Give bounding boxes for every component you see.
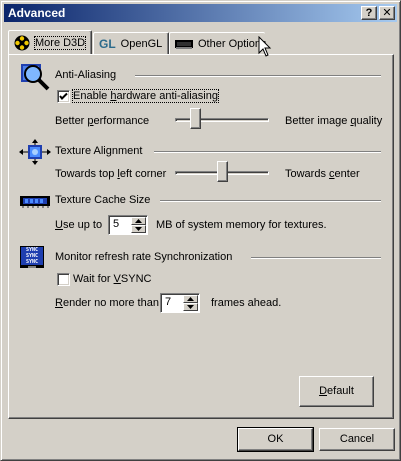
aa-left-label: Better performance bbox=[55, 115, 150, 127]
antialiasing-divider bbox=[135, 75, 381, 77]
texture-alignment-section: Texture Alignment Towards top left corne… bbox=[9, 139, 393, 189]
video-card-icon bbox=[175, 39, 193, 49]
d3d-badge-icon bbox=[14, 35, 30, 51]
tab-opengl[interactable]: GL OpenGL bbox=[93, 32, 169, 54]
default-button[interactable]: Default bbox=[299, 376, 374, 407]
texture-alignment-divider bbox=[154, 151, 381, 153]
ta-right-label: Towards center bbox=[285, 168, 360, 180]
ok-button[interactable]: OK bbox=[237, 427, 314, 452]
wait-for-vsync-checkbox[interactable] bbox=[57, 273, 70, 286]
enable-antialiasing-checkbox[interactable] bbox=[57, 90, 70, 103]
antialiasing-section: Anti-Aliasing Enable hardware anti-alias… bbox=[9, 55, 393, 139]
texture-cache-down-button[interactable] bbox=[131, 225, 146, 233]
render-ahead-value[interactable]: 7 bbox=[165, 296, 171, 308]
monitor-sync-icon: SYNC SYNC SYNC bbox=[20, 246, 44, 268]
close-icon: ✕ bbox=[382, 7, 392, 19]
tab-opengl-label: OpenGL bbox=[120, 37, 163, 50]
tab-panel-more-d3d: Anti-Aliasing Enable hardware anti-alias… bbox=[8, 54, 394, 419]
texture-cache-suffix: MB of system memory for textures. bbox=[156, 219, 327, 231]
texture-cache-prefix: Use up to bbox=[55, 219, 103, 231]
tab-other-options[interactable]: Other Options bbox=[169, 32, 267, 54]
texture-alignment-title: Texture Alignment bbox=[55, 145, 143, 157]
texture-cache-up-button[interactable] bbox=[131, 217, 146, 225]
vsync-divider bbox=[251, 257, 381, 259]
tab-other-options-label: Other Options bbox=[198, 37, 267, 50]
vsync-title: Monitor refresh rate Synchronization bbox=[55, 251, 233, 263]
arrow-up-icon bbox=[187, 297, 194, 301]
cancel-button[interactable]: Cancel bbox=[319, 428, 395, 451]
tab-more-d3d-label: More D3D bbox=[33, 35, 87, 50]
texture-cache-title: Texture Cache Size bbox=[55, 194, 151, 206]
title-bar[interactable]: Advanced ? ✕ bbox=[4, 4, 397, 22]
texture-cache-section: Texture Cache Size Use up to 5 MB of sys… bbox=[9, 189, 393, 241]
arrow-down-icon bbox=[187, 305, 194, 309]
texture-cache-value[interactable]: 5 bbox=[113, 218, 119, 230]
checkmark-icon bbox=[59, 92, 68, 100]
default-button-label: Default bbox=[319, 385, 354, 397]
render-ahead-down-button[interactable] bbox=[183, 303, 198, 311]
close-button[interactable]: ✕ bbox=[379, 6, 395, 20]
render-ahead-spinner[interactable]: 7 bbox=[160, 293, 200, 313]
arrow-up-icon bbox=[135, 219, 142, 223]
texture-cache-divider bbox=[160, 200, 381, 202]
mouse-cursor-icon bbox=[258, 36, 272, 57]
magnifier-icon bbox=[20, 63, 50, 94]
ok-button-label: OK bbox=[267, 433, 284, 445]
texture-alignment-slider-thumb[interactable] bbox=[216, 161, 228, 182]
enable-antialiasing-label[interactable]: Enable hardware anti-aliasing bbox=[72, 89, 219, 103]
cancel-button-label: Cancel bbox=[339, 433, 375, 445]
wait-for-vsync-label[interactable]: Wait for VSYNC bbox=[73, 273, 151, 285]
advanced-dialog: Advanced ? ✕ More D3D GL OpenGL Other Op… bbox=[0, 0, 401, 461]
help-button[interactable]: ? bbox=[361, 6, 377, 20]
tab-more-d3d[interactable]: More D3D bbox=[8, 30, 92, 54]
antialiasing-title: Anti-Aliasing bbox=[55, 69, 117, 81]
memory-chip-icon bbox=[20, 194, 50, 211]
vsync-section: SYNC SYNC SYNC Monitor refresh rate Sync… bbox=[9, 245, 393, 325]
aa-right-label: Better image quality bbox=[285, 115, 383, 127]
render-ahead-up-button[interactable] bbox=[183, 295, 198, 303]
opengl-gl-icon: GL bbox=[99, 36, 116, 51]
antialiasing-slider-thumb[interactable] bbox=[189, 108, 201, 129]
texture-cache-spinner[interactable]: 5 bbox=[108, 215, 148, 235]
window-title: Advanced bbox=[8, 6, 66, 20]
help-icon: ? bbox=[365, 7, 373, 19]
ta-left-label: Towards top left corner bbox=[55, 168, 167, 180]
arrow-down-icon bbox=[135, 227, 142, 231]
render-ahead-suffix: frames ahead. bbox=[211, 297, 282, 309]
texture-alignment-icon bbox=[18, 139, 52, 168]
render-ahead-prefix: Render no more than bbox=[55, 297, 159, 309]
